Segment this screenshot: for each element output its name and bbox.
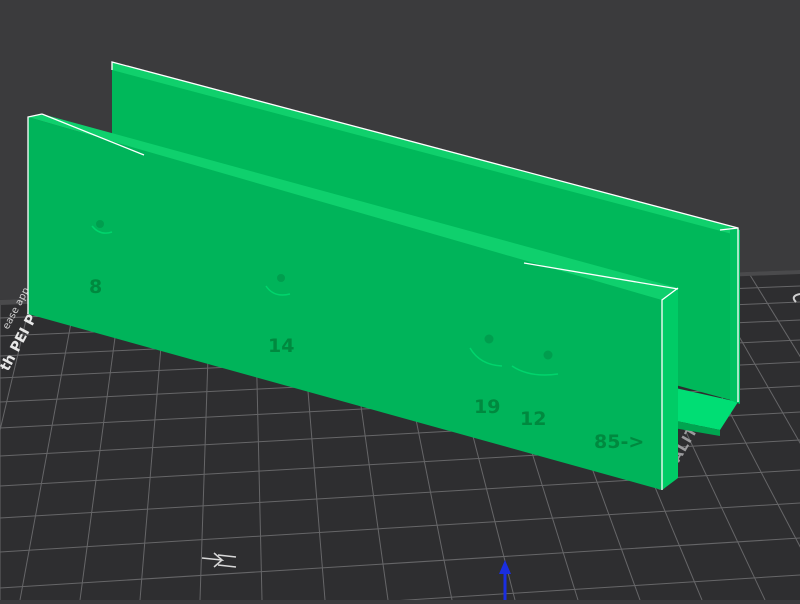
scene-canvas[interactable]: th PEI Plat ease app CREALITY 8 14 19 12… <box>0 0 800 600</box>
hole-label-19: 19 <box>474 396 500 418</box>
hole-label-14: 14 <box>268 335 294 357</box>
hole-label-8: 8 <box>89 276 102 298</box>
3d-viewport[interactable]: th PEI Plat ease app CREALITY 8 14 19 12… <box>0 0 800 600</box>
hole-label-12: 12 <box>520 408 546 430</box>
length-label: 85-> <box>594 431 644 453</box>
